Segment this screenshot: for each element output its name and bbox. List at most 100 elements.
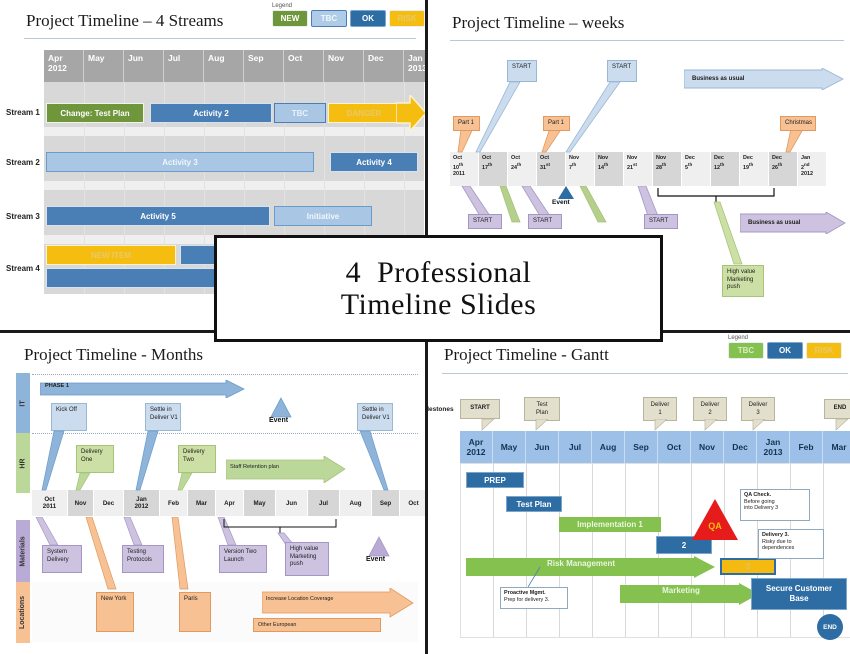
month-cell: Nov [691, 431, 724, 463]
milestone-deliver-1[interactable]: Deliver 1 [643, 397, 677, 421]
milestone-end[interactable]: END [824, 399, 850, 419]
month-cell: Sep [372, 490, 400, 516]
months-callout-marketing-push[interactable]: High value Marketing push [285, 542, 329, 576]
grid-line [625, 463, 626, 637]
qa-warning-triangle-icon[interactable] [692, 499, 738, 541]
stream-label: Stream 4 [6, 264, 40, 273]
months-callout-new-york[interactable]: New York [96, 592, 134, 632]
gantt-bar-implementation-1[interactable]: Implementation 1 [559, 517, 661, 532]
stream-bar[interactable]: Activity 2 [150, 103, 272, 123]
it-event-label: Event [269, 417, 289, 424]
other-european-bar[interactable]: Other European [253, 618, 381, 632]
month-cell: Jan 2013 [757, 431, 790, 463]
milestone-deliver-2[interactable]: Deliver 2 [693, 397, 727, 421]
weeks-callout[interactable]: Part 1 [543, 116, 570, 131]
weeks-callout[interactable]: START [528, 214, 562, 229]
legend-chip-tbc[interactable]: TBC [311, 10, 347, 27]
month-cell: Aug [204, 50, 244, 82]
month-cell: May [244, 490, 276, 516]
week-cell: Oct 31st [537, 152, 566, 186]
legend-chip-risk[interactable]: RISK [389, 10, 425, 27]
gantt-title: Project Timeline - Gantt [444, 345, 609, 364]
months-callout-kickoff[interactable]: Kick Off [51, 403, 87, 431]
legend-chip-tbc[interactable]: TBC [728, 342, 764, 359]
weeks-axis: Oct 10th 2011 Oct 17th Oct 24th Oct 31st Nov 7… [450, 152, 827, 186]
phase1-label: PHASE 1 [45, 383, 69, 389]
weeks-callout[interactable]: Christmas [780, 116, 816, 131]
weeks-callout[interactable]: START [468, 214, 502, 229]
month-cell: Sep [625, 431, 658, 463]
weeks-callout[interactable]: START [507, 60, 537, 82]
months-title: Project Timeline - Months [24, 345, 203, 364]
weeks-callout[interactable]: High value Marketing push [722, 265, 764, 297]
month-cell: Jul [164, 50, 204, 82]
materials-event-triangle-icon [368, 536, 390, 557]
stream-bar[interactable]: DANGER [328, 103, 400, 123]
month-cell: Dec [364, 50, 404, 82]
week-cell: Dec 12th [711, 152, 740, 186]
weeks-callout[interactable]: Part 1 [453, 116, 480, 131]
month-cell: Mar [823, 431, 850, 463]
months-callout-paris[interactable]: Paris [179, 592, 211, 632]
month-cell: Nov [68, 490, 94, 516]
lane-label: Materials [19, 535, 27, 567]
milestones-label: Milestones [425, 406, 454, 413]
weeks-arrow-top-label: Business as usual [692, 76, 745, 82]
stream-bar[interactable]: TBC [274, 103, 326, 123]
weeks-title: Project Timeline – weeks [452, 13, 625, 32]
month-cell: Feb [790, 431, 823, 463]
month-cell: Jun [526, 431, 559, 463]
month-cell: Apr 2012 [44, 50, 84, 82]
weeks-callout[interactable]: START [607, 60, 637, 82]
gantt-bar-prep[interactable]: PREP [466, 472, 524, 488]
note-qa-check[interactable]: QA Check. Before going into Delivery 3 [740, 489, 810, 521]
legend-chip-ok[interactable]: OK [350, 10, 386, 27]
grid-line [724, 463, 725, 637]
lane-hr[interactable]: HR [16, 433, 30, 493]
note-delivery-3[interactable]: Delivery 3. Risky due to dependences [758, 529, 824, 559]
legend-chip-new[interactable]: NEW [272, 10, 308, 27]
month-cell: Oct [400, 490, 425, 516]
stream-bar[interactable]: Activity 4 [330, 152, 418, 172]
event-label: Event [552, 199, 570, 206]
month-cell: Apr 2012 [460, 431, 493, 463]
legend-chip-risk[interactable]: RISK [806, 342, 842, 359]
weeks-arrow-bottom-label: Business as usual [748, 220, 801, 226]
increase-coverage-arrow [262, 588, 414, 618]
gantt-bar-secure-customer-base[interactable]: Secure Customer Base [751, 578, 847, 610]
lane-it[interactable]: IT [16, 373, 30, 433]
legend-chip-ok[interactable]: OK [767, 342, 803, 359]
month-cell: Dec [94, 490, 124, 516]
stream-bar[interactable]: Activity 5 [46, 206, 270, 226]
note-title: QA Check. [744, 492, 772, 498]
slide-gantt: Project Timeline - Gantt Legend TBC OK R… [425, 330, 850, 654]
milestone-test-plan[interactable]: Test Plan [524, 397, 560, 421]
title-divider [24, 38, 416, 39]
month-cell: Jan 2012 [124, 490, 160, 516]
it-event-triangle-icon [270, 397, 292, 418]
month-cell: Oct [284, 50, 324, 82]
month-cell: Jan 2013 [404, 50, 425, 82]
stream-label: Stream 2 [6, 158, 40, 167]
title-divider [450, 40, 844, 41]
gantt-bar-test-plan[interactable]: Test Plan [506, 496, 562, 512]
stream-bar[interactable]: Change: Test Plan [46, 103, 144, 123]
milestone-start[interactable]: START [460, 399, 500, 419]
lane-locations[interactable]: Locations [16, 582, 30, 643]
stream-bar[interactable]: Initiative [274, 206, 372, 226]
lane-materials[interactable]: Materials [16, 520, 30, 582]
overlay-text-1: Professional [377, 255, 532, 289]
row-band [44, 127, 424, 136]
months-callout-settle-v1-2[interactable]: Settle in Deliver V1 [357, 403, 393, 431]
week-cell: Oct 17th [479, 152, 508, 186]
stream-bar[interactable]: NEW ITEM [46, 245, 176, 265]
week-cell: Dec 19th [740, 152, 769, 186]
end-marker[interactable]: END [817, 614, 843, 640]
month-cell: May [493, 431, 526, 463]
months-callout-settle-v1[interactable]: Settle in Deliver V1 [145, 403, 181, 431]
stream-bar[interactable]: Activity 3 [46, 152, 314, 172]
month-cell: Jul [559, 431, 592, 463]
milestone-deliver-3[interactable]: Deliver 3 [741, 397, 775, 421]
week-cell: Nov 7th [566, 152, 595, 186]
week-cell: Nov 28th [653, 152, 682, 186]
